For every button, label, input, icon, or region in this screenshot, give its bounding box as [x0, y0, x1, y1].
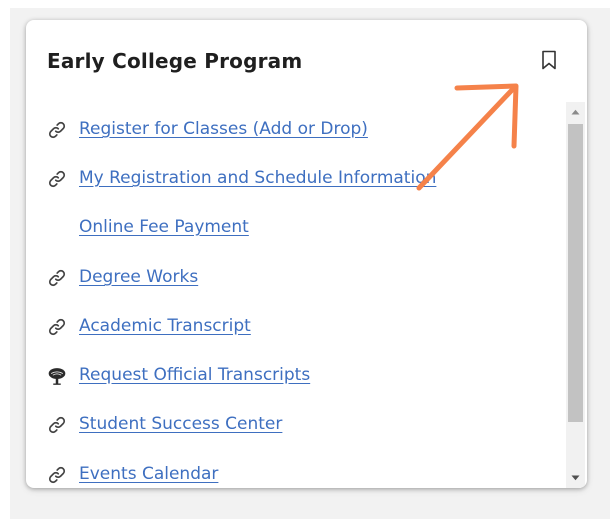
page-top-edge: [0, 0, 610, 8]
scroll-down-button[interactable]: [566, 468, 585, 488]
bookmark-button[interactable]: [535, 46, 563, 74]
link-online-fee-payment[interactable]: Online Fee Payment: [79, 215, 249, 239]
link-academic-transcript[interactable]: Academic Transcript: [79, 314, 251, 338]
list-item: Online Fee Payment: [26, 212, 562, 242]
link-list: Register for Classes (Add or Drop) My Re…: [26, 102, 562, 488]
list-item: My Registration and Schedule Information: [26, 163, 562, 193]
scroll-up-button[interactable]: [566, 102, 585, 122]
scrollbar-thumb[interactable]: [568, 124, 583, 422]
link-registration-schedule[interactable]: My Registration and Schedule Information: [79, 166, 436, 190]
vertical-scrollbar[interactable]: [566, 102, 585, 488]
card-title: Early College Program: [47, 49, 303, 73]
early-college-card: Early College Program Register for Class…: [26, 20, 587, 488]
list-item: Student Success Center: [26, 409, 562, 439]
caret-up-icon: [571, 109, 580, 115]
link-register-classes[interactable]: Register for Classes (Add or Drop): [79, 117, 368, 141]
link-icon: [46, 168, 68, 190]
link-degree-works[interactable]: Degree Works: [79, 265, 198, 289]
page-left-edge: [0, 0, 10, 519]
link-icon: [46, 119, 68, 141]
link-request-official-transcripts[interactable]: Request Official Transcripts: [79, 363, 310, 387]
link-icon: [46, 464, 68, 486]
list-item: Degree Works: [26, 262, 562, 292]
bookmark-icon: [542, 50, 556, 70]
link-student-success-center[interactable]: Student Success Center: [79, 412, 282, 436]
link-icon: [46, 414, 68, 436]
tree-logo-icon: [46, 365, 68, 387]
link-events-calendar[interactable]: Events Calendar: [79, 462, 218, 486]
list-item: Academic Transcript: [26, 311, 562, 341]
list-item: Events Calendar: [26, 459, 562, 488]
link-icon: [46, 267, 68, 289]
list-item: Register for Classes (Add or Drop): [26, 114, 562, 144]
link-icon: [46, 316, 68, 338]
caret-down-icon: [571, 475, 580, 481]
list-item: Request Official Transcripts: [26, 360, 562, 390]
